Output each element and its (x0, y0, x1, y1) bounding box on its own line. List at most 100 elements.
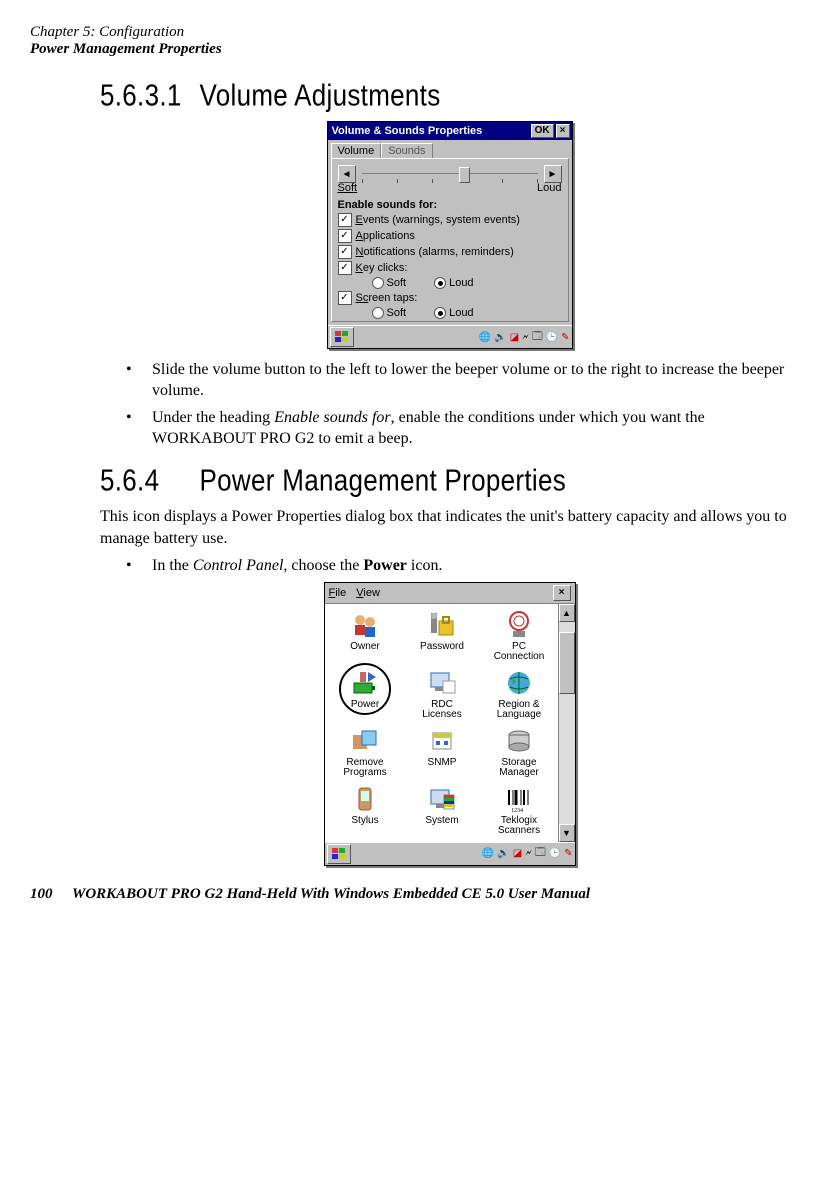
window-titlebar: Volume & Sounds Properties OK × (328, 122, 572, 140)
scrollbar[interactable]: ▲ ▼ (558, 604, 575, 842)
tab-sounds[interactable]: Sounds (381, 143, 432, 158)
snmp-icon (426, 725, 458, 757)
svg-text:1234: 1234 (511, 808, 523, 813)
tab-panel: ◄ ► Soft Loud Enable sounds for: ✓ Event… (331, 158, 569, 322)
tray-card-icon[interactable]: 🗔 (535, 845, 546, 862)
checkbox-keyclicks[interactable]: ✓ Key clicks: (338, 261, 562, 275)
storage-icon (503, 725, 535, 757)
power-icon (349, 667, 381, 699)
volume-down-button[interactable]: ◄ (338, 165, 356, 183)
tab-strip: Volume Sounds (328, 140, 572, 158)
page-number: 100 (30, 886, 53, 902)
rdc-icon (426, 667, 458, 699)
close-button[interactable]: × (556, 124, 570, 138)
section-5-6-3-1-heading: 5.6.3.1 Volume Adjustments (100, 77, 799, 114)
volume-sounds-window: Volume & Sounds Properties OK × Volume S… (327, 121, 573, 349)
pc-connection-icon (503, 609, 535, 641)
checkbox-applications[interactable]: ✓ Applications (338, 229, 562, 243)
scroll-thumb[interactable] (559, 632, 575, 694)
section-title: Power Management Properties (200, 463, 567, 498)
item-pc-connection[interactable]: PC Connection (481, 608, 558, 666)
radio-keyclicks-soft[interactable]: Soft (372, 277, 407, 289)
tray-network-icon[interactable]: ◪ (510, 332, 519, 343)
tray-sip-icon[interactable]: ✎ (564, 848, 572, 859)
control-panel-window: FFileile View × Owner Password (324, 582, 576, 866)
tray-globe-icon[interactable]: 🌐 (482, 848, 494, 859)
label-loud: Loud (537, 182, 561, 194)
windows-logo-icon (334, 330, 350, 344)
ok-button[interactable]: OK (531, 124, 554, 138)
item-rdc-licenses[interactable]: RDC Licenses (404, 666, 481, 724)
system-tray: 🌐 🔊 ◪ 🗲 🗔 🕒 ✎ (482, 845, 573, 862)
tray-power-icon[interactable]: 🗲 (522, 332, 529, 343)
radio-screentaps-soft[interactable]: Soft (372, 307, 407, 319)
item-snmp[interactable]: SNMP (404, 724, 481, 782)
item-stylus[interactable]: Stylus (327, 782, 404, 840)
remove-programs-icon (349, 725, 381, 757)
section-number: 5.6.4 (100, 463, 192, 500)
item-remove-programs[interactable]: Remove Programs (327, 724, 404, 782)
volume-slider-row: ◄ ► (338, 165, 562, 183)
tray-clock-icon[interactable]: 🕒 (549, 848, 561, 859)
item-power[interactable]: Power (327, 666, 404, 724)
tray-card-icon[interactable]: 🗔 (532, 329, 543, 346)
item-password[interactable]: Password (404, 608, 481, 666)
item-system[interactable]: System (404, 782, 481, 840)
start-button[interactable] (327, 844, 351, 864)
footer-text: WORKABOUT PRO G2 Hand-Held With Windows … (72, 886, 590, 902)
item-storage-manager[interactable]: Storage Manager (481, 724, 558, 782)
scroll-down-button[interactable]: ▼ (559, 824, 575, 842)
tray-sip-icon[interactable]: ✎ (561, 332, 569, 343)
icon-grid: Owner Password PC Connection Power (325, 604, 558, 842)
checkbox-screentaps[interactable]: ✓ Screen taps: (338, 291, 562, 305)
figure-volume-sounds: Volume & Sounds Properties OK × Volume S… (100, 121, 799, 349)
header-section: Power Management Properties (30, 41, 799, 58)
close-button[interactable]: × (553, 585, 571, 601)
check-icon: ✓ (338, 213, 352, 227)
volume-up-button[interactable]: ► (544, 165, 562, 183)
item-region-language[interactable]: Region & Language (481, 666, 558, 724)
checkbox-notifications[interactable]: ✓ Notifications (alarms, reminders) (338, 245, 562, 259)
password-icon (426, 609, 458, 641)
radio-keyclicks-loud[interactable]: Loud (434, 277, 473, 289)
tray-clock-icon[interactable]: 🕒 (546, 332, 558, 343)
tray-volume-icon[interactable]: 🔊 (497, 848, 509, 859)
check-icon: ✓ (338, 261, 352, 275)
check-icon: ✓ (338, 245, 352, 259)
page-footer: 100 WORKABOUT PRO G2 Hand-Held With Wind… (30, 886, 799, 903)
tray-volume-icon[interactable]: 🔊 (494, 332, 506, 343)
page-header: Chapter 5: Configuration Power Managemen… (30, 24, 799, 58)
window-title: Volume & Sounds Properties (332, 125, 529, 137)
tray-network-icon[interactable]: ◪ (513, 848, 522, 859)
tray-globe-icon[interactable]: 🌐 (479, 332, 491, 343)
check-icon: ✓ (338, 229, 352, 243)
start-button[interactable] (330, 327, 354, 347)
figure-control-panel: FFileile View × Owner Password (100, 582, 799, 866)
owner-icon (349, 609, 381, 641)
ce-taskbar: 🌐 🔊 ◪ 🗲 🗔 🕒 ✎ (328, 325, 572, 348)
volume-slider[interactable] (360, 165, 540, 183)
stylus-icon (349, 783, 381, 815)
check-icon: ✓ (338, 291, 352, 305)
volume-slider-thumb[interactable] (459, 167, 470, 183)
windows-logo-icon (331, 847, 347, 861)
tray-power-icon[interactable]: 🗲 (525, 848, 532, 859)
bullet-slide-volume: •Slide the volume button to the left to … (126, 359, 799, 401)
menu-file[interactable]: FFileile (329, 587, 347, 599)
item-teklogix-scanners[interactable]: 1234 Teklogix Scanners (481, 782, 558, 840)
tab-volume[interactable]: Volume (331, 143, 382, 158)
barcode-icon: 1234 (503, 783, 535, 815)
item-owner[interactable]: Owner (327, 608, 404, 666)
system-icon (426, 783, 458, 815)
scroll-up-button[interactable]: ▲ (559, 604, 575, 622)
menu-view[interactable]: View (356, 587, 380, 599)
radio-screentaps-loud[interactable]: Loud (434, 307, 473, 319)
label-soft: Soft (338, 182, 358, 194)
main-content: 5.6.3.1 Volume Adjustments Volume & Soun… (30, 80, 799, 866)
checkbox-events[interactable]: ✓ Events (warnings, system events) (338, 213, 562, 227)
slider-labels: Soft Loud (338, 182, 562, 194)
menubar: FFileile View × (325, 583, 575, 604)
globe-icon (503, 667, 535, 699)
bullet-choose-power: •In the Control Panel, choose the Power … (126, 555, 799, 576)
section-5-6-4-heading: 5.6.4 Power Management Properties (100, 463, 799, 500)
